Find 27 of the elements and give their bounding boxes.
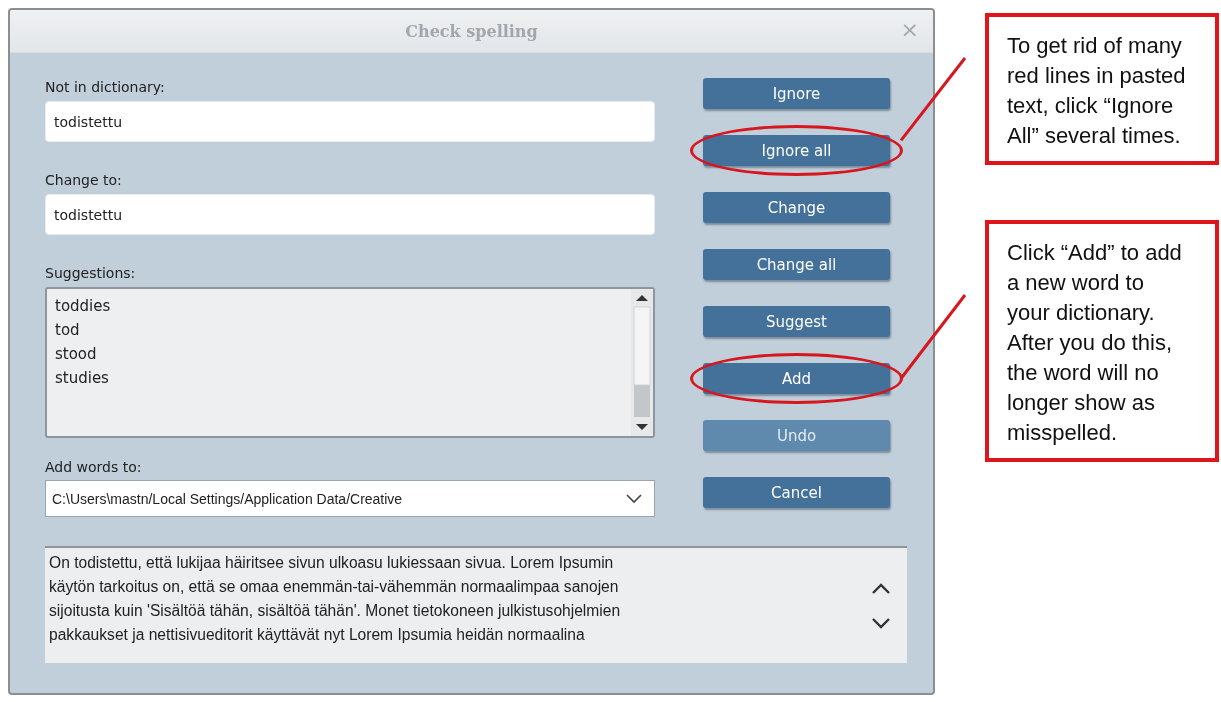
dialog-button[interactable]: Change — [703, 192, 890, 223]
scroll-down-icon[interactable] — [871, 616, 891, 629]
chevron-down-icon — [626, 493, 642, 504]
list-item[interactable]: toddies — [55, 294, 623, 318]
field-label: Add words to: — [45, 458, 143, 477]
field-label: Change to: — [45, 171, 123, 190]
scroll-up-icon[interactable] — [871, 582, 891, 595]
callout-text: To get rid of many red lines in pasted text, click “Ignore All” several times. — [1007, 32, 1187, 150]
dialog-button[interactable]: Ignore all — [703, 135, 890, 166]
dropdown[interactable]: C:\Users\mastn/Local Settings/Application Data/Creative — [45, 480, 655, 517]
input-field[interactable]: todistettu — [45, 194, 655, 235]
dialog-button[interactable]: Suggest — [703, 306, 890, 337]
dialog-button[interactable]: Change all — [703, 249, 890, 280]
callout-text: Click “Add” to add a new word to your dictionary. After you do this, the word will no longer show as misspelled. — [1007, 239, 1183, 447]
list-item[interactable]: studies — [55, 366, 623, 390]
field-label: Not in dictionary: — [45, 78, 166, 97]
window-title: Check spelling — [405, 21, 538, 41]
scrollbar[interactable] — [631, 289, 653, 436]
dialog-button[interactable]: Ignore — [703, 78, 890, 109]
context-text: On todistettu, että lukijaa häiritsee sivun ulkoasu lukiessaan sivua. Lorem Ipsumin käytön tarkoitus on, että se omaa enemmän-tai-vähemmän normaalimpaa sanojen sijoitusta kuin 'Sisältöä tähän, sisältöä tähän'. Monet tietokoneen julkistusohjelmien pakkaukset ja nettisivueditorit käyttävät nyt Lorem Ipsumia heidän normaalina — [48, 553, 622, 645]
list-item[interactable]: stood — [55, 342, 623, 366]
input-field[interactable]: todistettu — [45, 101, 655, 142]
dialog-button[interactable]: Cancel — [703, 477, 890, 508]
dialog-button[interactable]: Add — [703, 363, 890, 394]
dropdown-value: C:\Users\mastn/Local Settings/Application Data/Creative — [52, 490, 403, 507]
list-item[interactable]: tod — [55, 318, 623, 342]
field-label: Suggestions: — [45, 264, 137, 283]
